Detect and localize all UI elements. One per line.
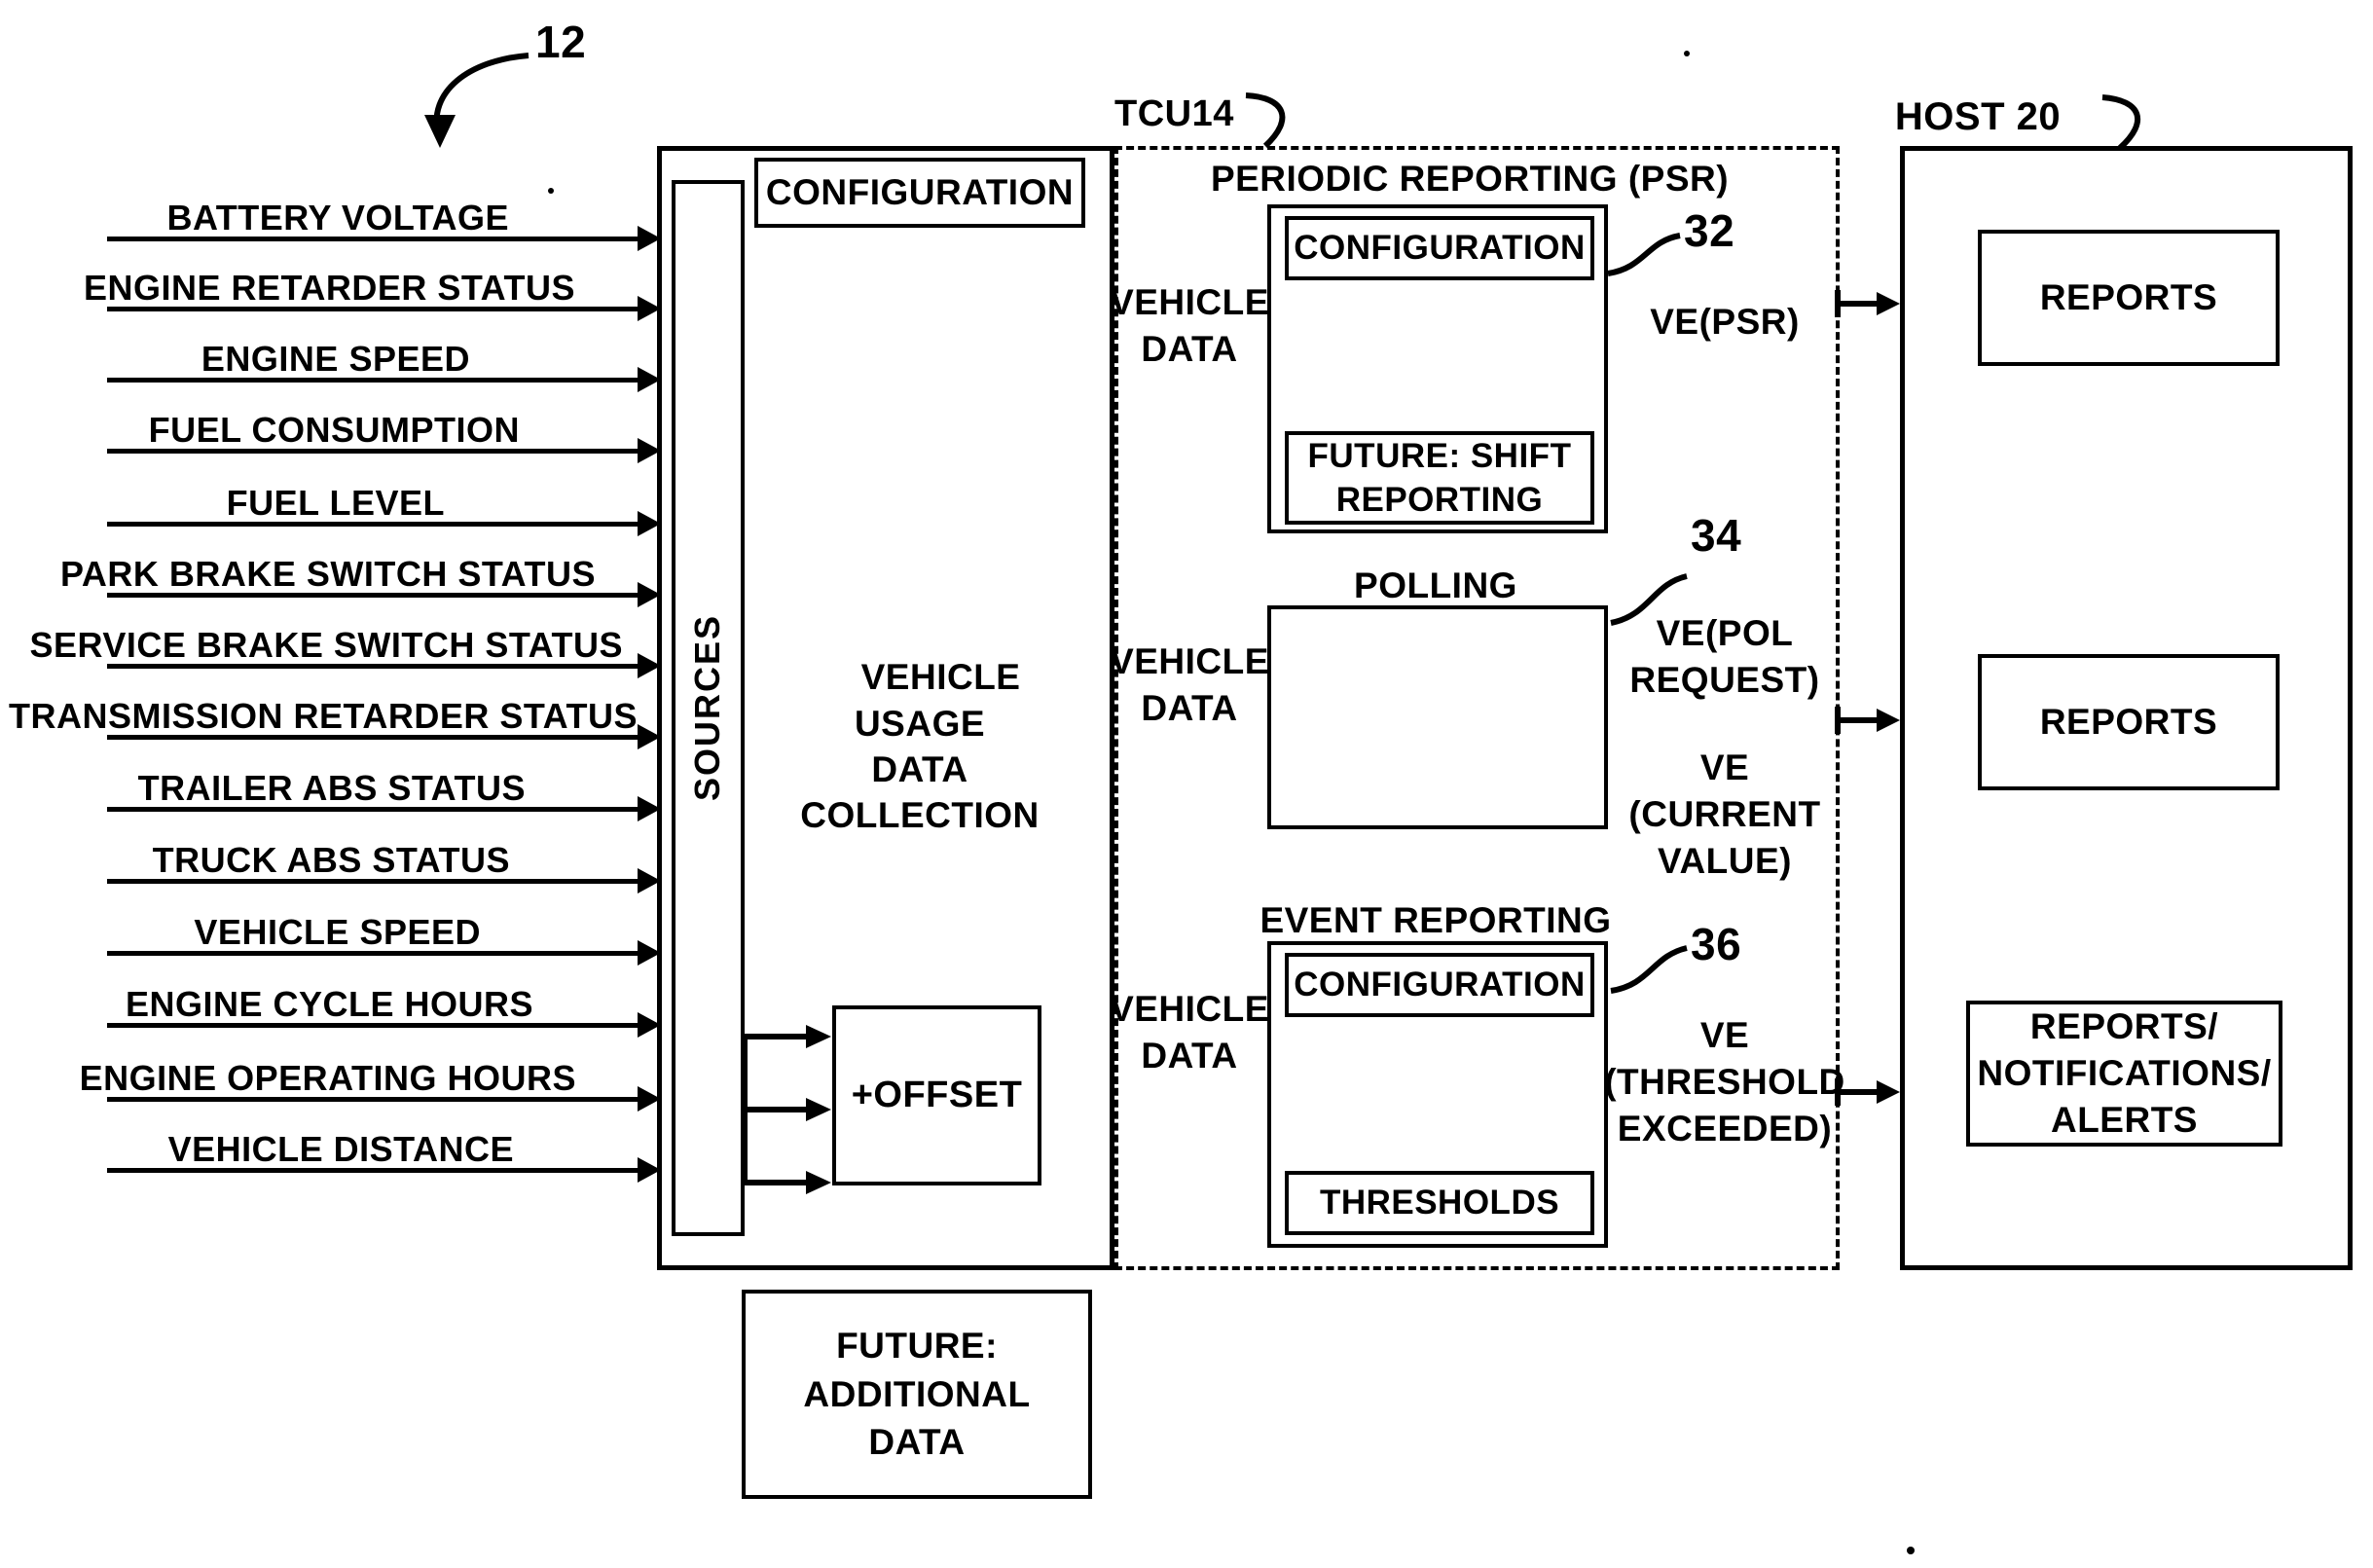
event-to-host-arrow	[1835, 1078, 1900, 1106]
future-additional-data-box: FUTURE: ADDITIONAL DATA	[742, 1290, 1092, 1499]
polling-ve-request-label: VE(POL REQUEST)	[1629, 613, 1820, 701]
psr-future-label: FUTURE: SHIFT REPORTING	[1307, 436, 1572, 520]
ref-12-arrowhead	[424, 115, 456, 148]
input-label: VEHICLE SPEED	[194, 912, 481, 952]
offset-box: +OFFSET	[832, 1005, 1041, 1185]
ref-12-label: 12	[535, 17, 587, 67]
psr-configuration-label: CONFIGURATION	[1294, 229, 1586, 268]
polling-title: POLLING	[1354, 565, 1517, 605]
ref-34-label: 34	[1691, 510, 1742, 561]
tcu-configuration-label: CONFIGURATION	[765, 171, 1075, 212]
tcu-label: TCU14	[1114, 93, 1234, 134]
input-label: ENGINE RETARDER STATUS	[83, 268, 575, 308]
input-label: ENGINE OPERATING HOURS	[79, 1058, 576, 1098]
input-line	[107, 522, 655, 527]
input-label: VEHICLE DISTANCE	[167, 1129, 514, 1169]
psr-title: PERIODIC REPORTING (PSR)	[1210, 159, 1730, 199]
future-additional-data-label: FUTURE: ADDITIONAL DATA	[803, 1325, 1031, 1463]
polling-box	[1267, 605, 1608, 829]
scan-speck	[1684, 51, 1690, 56]
input-line	[107, 951, 655, 956]
host-output-label: REPORTS	[2039, 276, 2218, 317]
polling-ve-current-label: VE (CURRENT VALUE)	[1628, 748, 1821, 882]
tcu-configuration-box: CONFIGURATION	[754, 158, 1085, 228]
input-label: FUEL LEVEL	[226, 483, 445, 523]
sources-label: SOURCES	[687, 613, 727, 802]
event-reporting-title: EVENT REPORTING	[1260, 900, 1612, 940]
event-vehicle-data-label: VEHICLE DATA	[1110, 989, 1269, 1076]
psr-ve-label: VE(PSR)	[1650, 302, 1800, 342]
input-label: ENGINE SPEED	[201, 339, 470, 379]
psr-configuration-box: CONFIGURATION	[1285, 216, 1594, 280]
input-line	[107, 237, 655, 241]
input-line	[107, 879, 655, 884]
ref-12-leader	[433, 53, 529, 135]
offset-label: +OFFSET	[851, 1074, 1023, 1115]
input-label: TRAILER ABS STATUS	[137, 768, 526, 808]
psr-future-shift-reporting-box: FUTURE: SHIFT REPORTING	[1285, 431, 1594, 525]
input-line	[107, 378, 655, 383]
polling-vehicle-data-label: VEHICLE DATA	[1110, 641, 1269, 729]
host-label: HOST 20	[1894, 95, 2062, 138]
scan-speck	[548, 188, 554, 194]
polling-to-host-arrow	[1835, 707, 1900, 734]
ref-32-label: 32	[1684, 205, 1735, 256]
input-line	[107, 1023, 655, 1028]
tcu-leader	[1245, 92, 1286, 149]
input-label: TRANSMISSION RETARDER STATUS	[8, 696, 638, 736]
patent-figure-canvas: 12 TCU14 HOST 20 BATTERY VOLTAGE ENGINE …	[0, 0, 2373, 1568]
scan-speck	[1907, 1547, 1915, 1554]
input-label: ENGINE CYCLE HOURS	[125, 984, 533, 1024]
input-label: BATTERY VOLTAGE	[166, 198, 509, 237]
ref-36-label: 36	[1691, 919, 1742, 969]
psr-to-host-arrow	[1835, 290, 1900, 317]
input-label: FUEL CONSUMPTION	[148, 410, 520, 450]
event-configuration-label: CONFIGURATION	[1294, 966, 1586, 1004]
event-configuration-box: CONFIGURATION	[1285, 953, 1594, 1017]
input-line	[107, 593, 655, 598]
collection-text: VEHICLE USAGE DATA COLLECTION	[800, 657, 1040, 836]
input-line	[107, 735, 655, 740]
host-output-label: REPORTS	[2039, 701, 2218, 742]
psr-vehicle-data-label: VEHICLE DATA	[1110, 282, 1269, 370]
event-ve-label: VE (THRESHOLD EXCEEDED)	[1604, 1015, 1845, 1149]
host-reports-box-2: REPORTS	[1978, 654, 2280, 790]
input-label: PARK BRAKE SWITCH STATUS	[60, 554, 596, 594]
host-output-label: REPORTS/ NOTIFICATIONS/ ALERTS	[1977, 1005, 2272, 1141]
input-line	[107, 1168, 655, 1173]
input-line	[107, 664, 655, 669]
input-line	[107, 1097, 655, 1102]
event-thresholds-label: THRESHOLDS	[1319, 1184, 1560, 1222]
input-line	[107, 807, 655, 812]
vehicle-usage-data-collection-label: VEHICLE USAGE DATA COLLECTION	[800, 608, 1039, 885]
host-reports-box-1: REPORTS	[1978, 230, 2280, 366]
host-leader	[2101, 94, 2140, 151]
input-line	[107, 307, 655, 311]
input-label: TRUCK ABS STATUS	[152, 840, 510, 880]
host-reports-notifications-alerts-box: REPORTS/ NOTIFICATIONS/ ALERTS	[1966, 1001, 2282, 1147]
input-line	[107, 449, 655, 454]
input-label: SERVICE BRAKE SWITCH STATUS	[29, 625, 623, 665]
event-thresholds-box: THRESHOLDS	[1285, 1171, 1594, 1235]
